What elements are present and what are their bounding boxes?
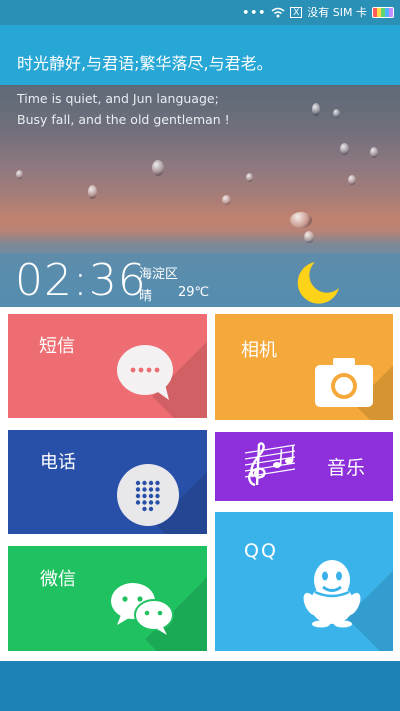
dialpad-icon — [117, 464, 179, 526]
raindrop — [88, 185, 97, 199]
chat-bubble-icon — [117, 345, 173, 400]
raindrop — [246, 173, 253, 182]
weather-condition: 晴 — [139, 289, 153, 304]
tile-qq[interactable]: QQ — [215, 512, 393, 651]
temperature: 29℃ — [178, 285, 210, 300]
quote-line-2: Busy fall, and the old gentleman ! — [17, 112, 230, 127]
location-label: 海淀区 — [139, 267, 179, 282]
wechat-icon — [111, 583, 174, 635]
battery-icon — [372, 6, 394, 18]
music-note-icon — [244, 442, 296, 487]
raindrop — [304, 231, 314, 243]
tile-wechat-label: 微信 — [40, 569, 76, 590]
tile-sms[interactable]: 短信 — [8, 314, 207, 418]
quote-line-1: Time is quiet, and Jun language; — [17, 91, 219, 106]
quote-banner: 时光静好,与君语;繁华落尽,与君老。 — [0, 25, 400, 85]
raindrop — [312, 103, 320, 116]
raindrop — [290, 212, 312, 228]
tile-camera-label: 相机 — [241, 340, 277, 361]
wifi-icon — [271, 7, 285, 17]
raindrop — [16, 170, 23, 179]
no-sim-text: 没有 SIM 卡 — [307, 6, 367, 19]
tile-qq-label: QQ — [244, 540, 278, 562]
banner-text: 时光静好,与君语;繁华落尽,与君老。 — [17, 54, 273, 73]
camera-icon — [315, 358, 373, 407]
tile-phone-label: 电话 — [40, 452, 76, 473]
tile-wechat[interactable]: 微信 — [8, 546, 207, 651]
raindrop — [152, 160, 164, 176]
tile-sms-label: 短信 — [39, 336, 75, 357]
wallpaper-widget: Time is quiet, and Jun language; Busy fa… — [0, 85, 400, 307]
tile-music-label: 音乐 — [327, 457, 366, 479]
raindrop — [370, 147, 378, 158]
bottom-dock — [0, 661, 400, 711]
sim-card-icon: X — [290, 6, 303, 18]
qq-penguin-icon — [303, 560, 361, 628]
raindrop — [222, 195, 231, 205]
clock-time[interactable]: 02:36 — [15, 255, 147, 306]
tile-phone[interactable]: 电话 — [8, 430, 207, 534]
raindrop — [333, 109, 340, 118]
moon-icon — [297, 262, 339, 304]
raindrop — [340, 143, 349, 155]
notification-dots: ••• — [242, 5, 267, 19]
status-bar: ••• X 没有 SIM 卡 — [0, 0, 400, 25]
raindrop — [348, 175, 356, 185]
tile-music[interactable]: 音乐 — [215, 432, 393, 501]
tile-camera[interactable]: 相机 — [215, 314, 393, 420]
